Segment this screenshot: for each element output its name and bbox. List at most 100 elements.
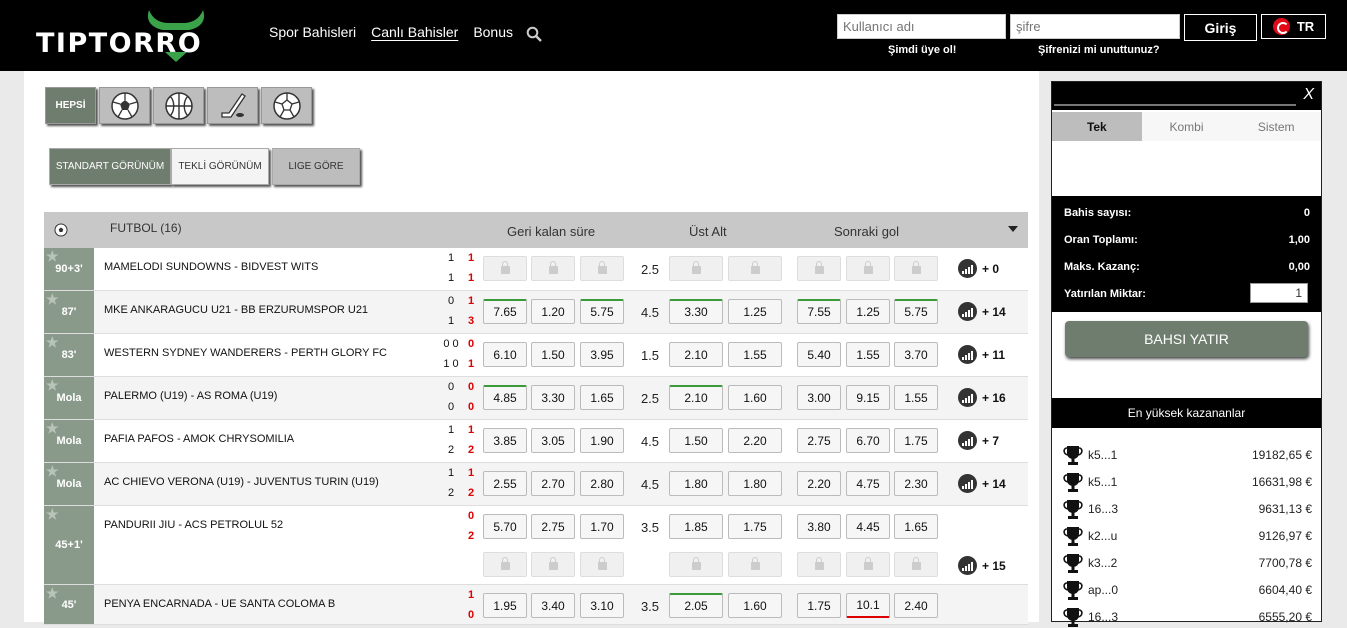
odds-button[interactable]: 1.20	[531, 299, 575, 324]
odds-button[interactable]	[580, 256, 624, 281]
password-input[interactable]	[1010, 14, 1180, 39]
odds-button[interactable]: 10.1	[846, 593, 890, 618]
odds-button[interactable]: 1.55	[728, 342, 782, 367]
odds-button[interactable]: 1.55	[846, 342, 890, 367]
stats-icon[interactable]	[958, 431, 977, 450]
favorite-star-icon[interactable]: ★	[46, 421, 59, 435]
odds-button[interactable]	[846, 256, 890, 281]
odds-button-locked[interactable]	[669, 552, 723, 577]
odds-button[interactable]: 2.10	[669, 385, 723, 410]
odds-button[interactable]: 7.65	[483, 299, 527, 324]
tab-combi[interactable]: Kombi	[1142, 112, 1232, 141]
tab-single[interactable]: Tek	[1052, 112, 1142, 141]
place-bet-button[interactable]: BAHSI YATIR	[1065, 321, 1308, 357]
odds-button[interactable]: 1.55	[894, 385, 938, 410]
odds-button[interactable]: 2.10	[669, 342, 723, 367]
match-row[interactable]: ★ Mola PAFIA PAFOS - AMOK CHRYSOMILIA 1 2 1 2 3…	[44, 420, 1028, 463]
odds-button-locked[interactable]	[580, 552, 624, 577]
odds-button[interactable]	[894, 256, 938, 281]
odds-button-locked[interactable]	[531, 552, 575, 577]
search-icon[interactable]	[526, 26, 542, 42]
odds-button[interactable]: 1.95	[483, 593, 527, 618]
favorite-star-icon[interactable]: ★	[46, 249, 59, 263]
odds-button[interactable]: 1.60	[728, 385, 782, 410]
match-row[interactable]: ★ Mola PALERMO (U19) - AS ROMA (U19) 0 0 0 0 4.…	[44, 377, 1028, 420]
odds-button[interactable]: 4.75	[846, 471, 890, 496]
odds-button[interactable]: 4.45	[846, 514, 890, 539]
stats-icon[interactable]	[958, 345, 977, 364]
match-row[interactable]: ★ 90+3' MAMELODI SUNDOWNS - BIDVEST WITS 1 1…	[44, 248, 1028, 291]
odds-button[interactable]: 6.10	[483, 342, 527, 367]
filter-soccer-button[interactable]	[261, 87, 312, 124]
nav-bonus[interactable]: Bonus	[473, 24, 513, 40]
nav-live-betting[interactable]: Canlı Bahisler	[371, 24, 458, 40]
more-markets-count[interactable]: + 11	[982, 348, 1005, 362]
odds-button[interactable]: 3.05	[531, 428, 575, 453]
odds-button[interactable]: 2.75	[531, 514, 575, 539]
language-button[interactable]: TR	[1261, 14, 1326, 39]
match-row[interactable]: ★ 83' WESTERN SYDNEY WANDERERS - PERTH GLO…	[44, 334, 1028, 377]
odds-button[interactable]: 2.05	[669, 593, 723, 618]
more-markets-count[interactable]: + 0	[982, 262, 999, 276]
odds-button[interactable]: 6.70	[846, 428, 890, 453]
collapse-arrow-icon[interactable]	[1008, 226, 1018, 232]
odds-button[interactable]: 3.00	[797, 385, 841, 410]
filter-all-button[interactable]: HEPSİ	[45, 87, 96, 124]
odds-button[interactable]: 2.55	[483, 471, 527, 496]
odds-button[interactable]: 9.15	[846, 385, 890, 410]
odds-button[interactable]: 2.20	[797, 471, 841, 496]
odds-button[interactable]: 1.50	[531, 342, 575, 367]
odds-button[interactable]: 3.30	[669, 299, 723, 324]
odds-button-locked[interactable]	[483, 552, 527, 577]
login-button[interactable]: Giriş	[1184, 14, 1257, 41]
tab-system[interactable]: Sistem	[1231, 112, 1321, 141]
more-markets-count[interactable]: + 16	[982, 391, 1006, 405]
more-markets-count[interactable]: + 7	[982, 434, 999, 448]
odds-button[interactable]: 3.10	[580, 593, 624, 618]
odds-button[interactable]: 1.85	[669, 514, 723, 539]
odds-button[interactable]: 1.90	[580, 428, 624, 453]
odds-button-locked[interactable]	[846, 552, 890, 577]
stats-icon[interactable]	[958, 388, 977, 407]
stats-icon[interactable]	[958, 259, 977, 278]
odds-button-locked[interactable]	[797, 552, 841, 577]
favorite-star-icon[interactable]: ★	[46, 464, 59, 478]
odds-button[interactable]	[531, 256, 575, 281]
odds-button[interactable]: 5.75	[580, 299, 624, 324]
match-row[interactable]: ★ 87' MKE ANKARAGUCU U21 - BB ERZURUMSPOR …	[44, 291, 1028, 334]
filter-hockey-button[interactable]	[207, 87, 258, 124]
filter-basketball-button[interactable]	[153, 87, 204, 124]
favorite-star-icon[interactable]: ★	[46, 378, 59, 392]
favorite-star-icon[interactable]: ★	[46, 292, 59, 306]
odds-button[interactable]: 1.80	[728, 471, 782, 496]
odds-button[interactable]: 2.70	[531, 471, 575, 496]
odds-button[interactable]: 1.60	[728, 593, 782, 618]
odds-button[interactable]: 3.40	[531, 593, 575, 618]
odds-button[interactable]: 3.30	[531, 385, 575, 410]
odds-button[interactable]: 2.20	[728, 428, 782, 453]
stats-icon[interactable]	[958, 556, 977, 575]
odds-button[interactable]: 3.95	[580, 342, 624, 367]
odds-button[interactable]: 3.80	[797, 514, 841, 539]
favorite-star-icon[interactable]: ★	[46, 507, 59, 521]
odds-button[interactable]: 1.25	[846, 299, 890, 324]
match-row[interactable]: ★ 45+1' PANDURII JIU - ACS PETROLUL 52 0 2 5.…	[44, 506, 1028, 585]
odds-button[interactable]: 3.85	[483, 428, 527, 453]
odds-button[interactable]: 1.80	[669, 471, 723, 496]
match-row[interactable]: ★ Mola AC CHIEVO VERONA (U19) - JUVENTUS T…	[44, 463, 1028, 506]
odds-button[interactable]	[483, 256, 527, 281]
odds-button-locked[interactable]	[894, 552, 938, 577]
odds-button[interactable]: 2.40	[894, 593, 938, 618]
odds-button[interactable]	[728, 256, 782, 281]
odds-button[interactable]: 1.65	[894, 514, 938, 539]
more-markets-count[interactable]: + 15	[982, 559, 1006, 573]
odds-button[interactable]: 1.50	[669, 428, 723, 453]
nav-sports-betting[interactable]: Spor Bahisleri	[269, 24, 356, 40]
favorite-star-icon[interactable]: ★	[46, 586, 59, 600]
league-view-button[interactable]: LIGE GÖRE	[272, 148, 360, 185]
register-link[interactable]: Şimdi üye ol!	[888, 44, 956, 56]
odds-button[interactable]: 2.80	[580, 471, 624, 496]
odds-button[interactable]: 4.85	[483, 385, 527, 410]
single-view-button[interactable]: TEKLİ GÖRÜNÜM	[171, 148, 269, 185]
match-row[interactable]: ★ 45' PENYA ENCARNADA - UE SANTA COLOMA B 1…	[44, 585, 1028, 625]
